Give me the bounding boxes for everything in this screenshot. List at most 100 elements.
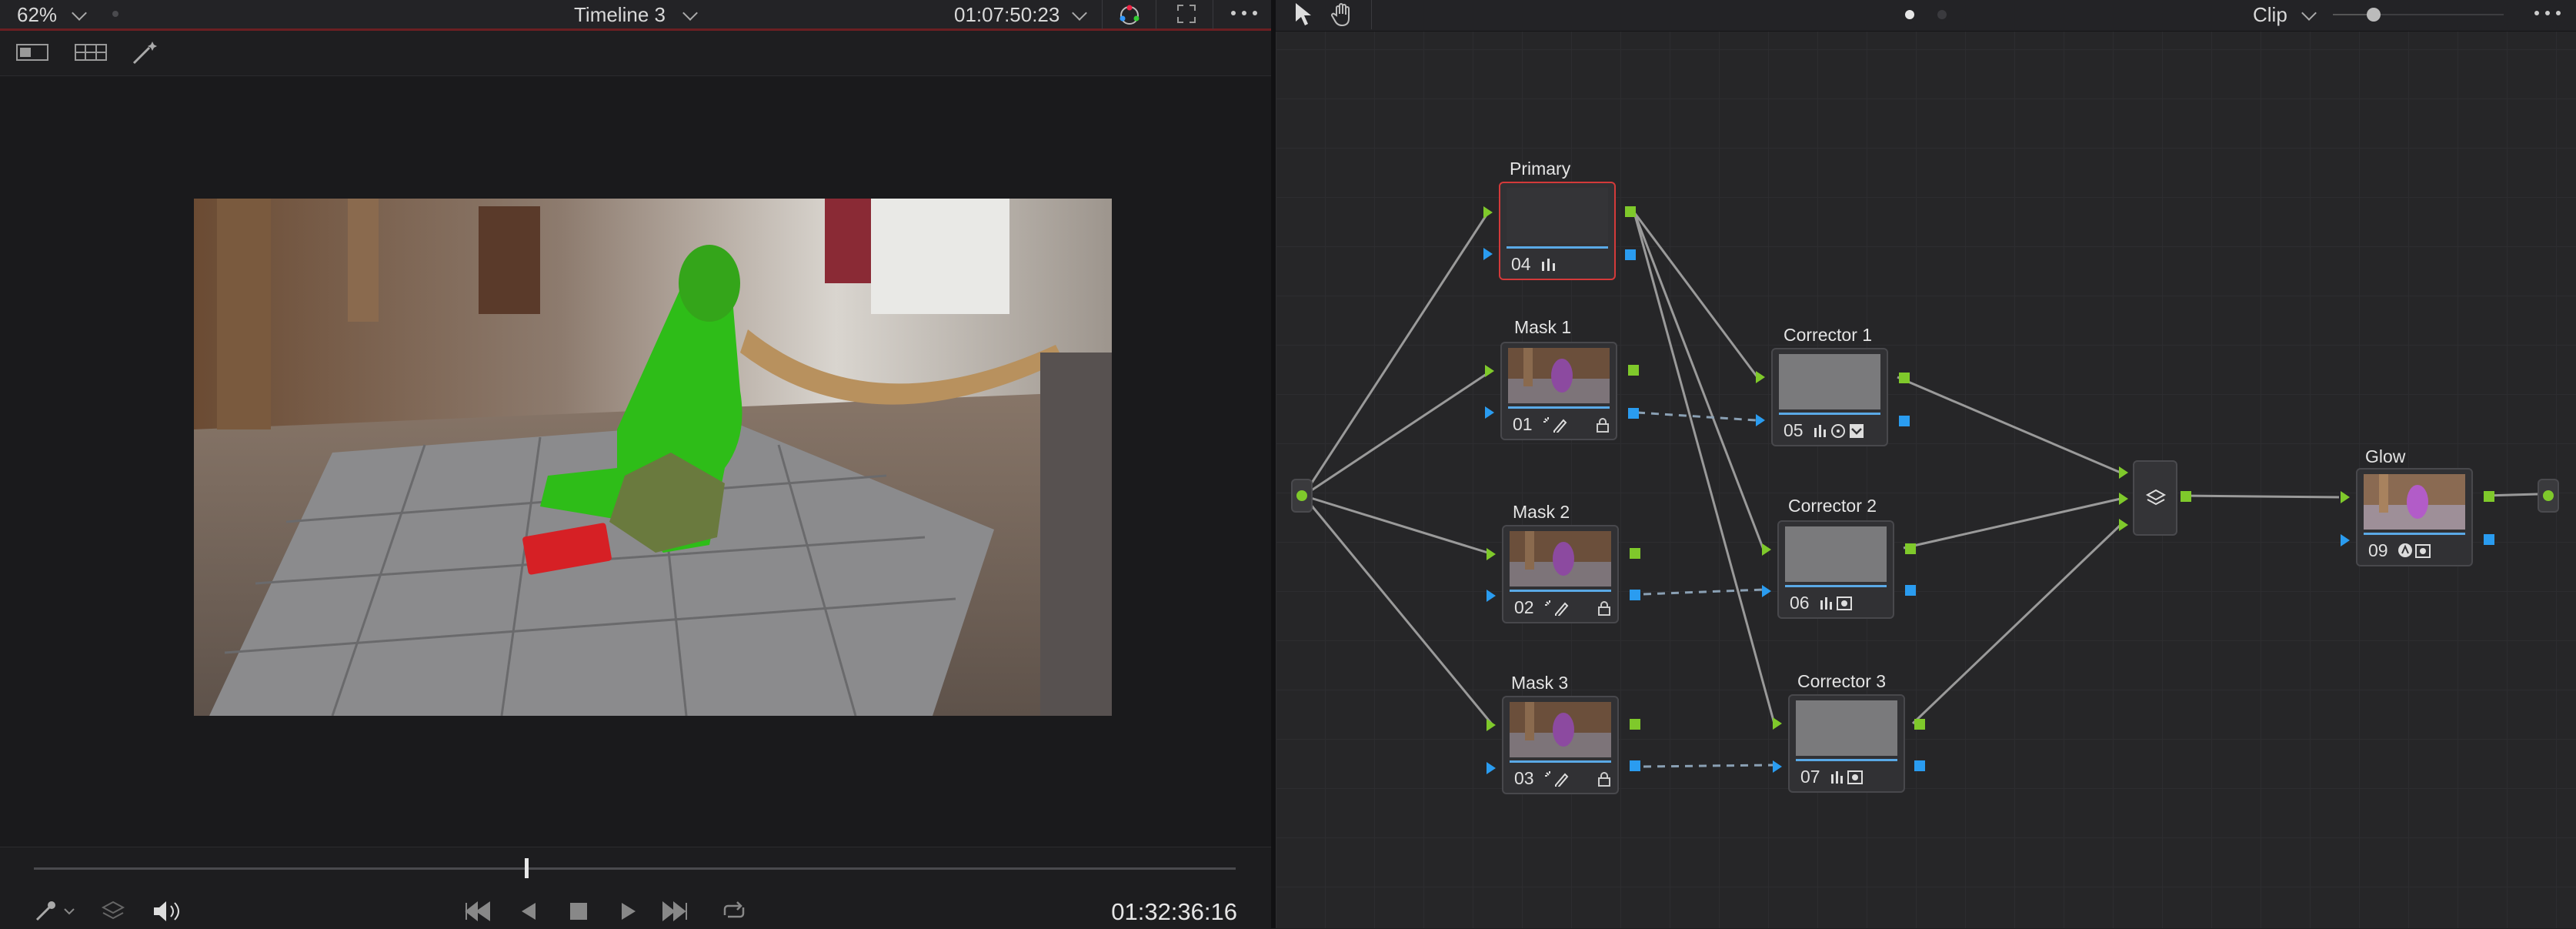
- eyedropper-icon[interactable]: [32, 898, 78, 924]
- node-corrector2[interactable]: 06: [1777, 520, 1894, 619]
- node-mask2[interactable]: 02: [1502, 525, 1619, 623]
- rgb-input-port[interactable]: [1487, 719, 1496, 731]
- output-dot-icon: [2543, 490, 2554, 501]
- alpha-output-port[interactable]: [1630, 590, 1640, 600]
- node-thumbnail: [1508, 348, 1610, 403]
- alpha-output-port[interactable]: [1914, 760, 1925, 771]
- rgb-output-port[interactable]: [1630, 719, 1640, 730]
- play-reverse-icon[interactable]: [516, 898, 543, 924]
- fullscreen-icon[interactable]: [1176, 3, 1197, 25]
- source-input-pin[interactable]: [1291, 479, 1313, 513]
- loop-icon[interactable]: [719, 898, 746, 924]
- node-primary[interactable]: 04: [1499, 182, 1616, 280]
- alpha-input-port[interactable]: [2341, 534, 2350, 546]
- mixer-input-port[interactable]: [2119, 466, 2128, 479]
- rgb-input-port[interactable]: [1762, 543, 1771, 556]
- alpha-output-port[interactable]: [1905, 585, 1916, 596]
- node-bar: [1779, 413, 1880, 415]
- node-editor[interactable]: Clip Primary 04 Mask 1 01 Mask 2 02 Mask…: [1276, 0, 2576, 928]
- node-mask1[interactable]: 01: [1500, 342, 1617, 440]
- node-thumbnail: [1510, 702, 1611, 757]
- corrector-tools-icon: [1831, 770, 1863, 784]
- playhead[interactable]: [525, 858, 529, 878]
- alpha-input-port[interactable]: [1773, 760, 1782, 773]
- timeline-name[interactable]: Timeline 3: [574, 2, 666, 28]
- node-label-corrector3: Corrector 3: [1797, 671, 1887, 691]
- timecode-chevron-down-icon[interactable]: [1072, 5, 1087, 21]
- stop-icon[interactable]: [565, 898, 592, 924]
- node-glow[interactable]: 09: [2356, 468, 2473, 566]
- rgb-input-port[interactable]: [1487, 548, 1496, 560]
- node-bar: [1785, 585, 1887, 587]
- scrubber-track[interactable]: [34, 867, 1236, 870]
- playhead-timecode: 01:32:36:16: [1111, 898, 1237, 925]
- node-label-corrector2: Corrector 2: [1788, 496, 1877, 516]
- rgb-input-port[interactable]: [2341, 491, 2350, 503]
- output-pin[interactable]: [2538, 479, 2559, 513]
- node-corrector3[interactable]: 07: [1788, 694, 1905, 793]
- transport-bar: 01:32:36:16: [0, 847, 1271, 929]
- node-thumbnail: [1779, 354, 1880, 409]
- zoom-level[interactable]: 62%: [17, 2, 57, 28]
- layers-icon[interactable]: [100, 898, 126, 924]
- alpha-output-port[interactable]: [1625, 249, 1636, 260]
- alpha-input-port[interactable]: [1487, 590, 1496, 602]
- mixer-output-port[interactable]: [2181, 491, 2191, 502]
- node-thumbnail: [1796, 700, 1897, 756]
- separator: [1102, 0, 1103, 29]
- node-number: 05: [1784, 420, 1804, 440]
- alpha-input-port[interactable]: [1487, 762, 1496, 774]
- alpha-output-port[interactable]: [1628, 408, 1639, 419]
- corrector-tools-icon: [1820, 596, 1852, 610]
- mixer-input-port[interactable]: [2119, 519, 2128, 531]
- alpha-output-port[interactable]: [1899, 416, 1910, 426]
- more-options-icon[interactable]: [1230, 9, 1260, 17]
- color-wheel-icon[interactable]: [1117, 3, 1142, 28]
- node-number: 01: [1513, 414, 1533, 434]
- alpha-input-port[interactable]: [1756, 414, 1765, 426]
- single-viewer-icon[interactable]: [15, 42, 49, 63]
- rgb-output-port[interactable]: [1625, 206, 1636, 217]
- skip-forward-icon[interactable]: [662, 898, 689, 924]
- lock-icon: [1598, 601, 1610, 616]
- alpha-output-port[interactable]: [1630, 760, 1640, 771]
- speaker-icon[interactable]: [151, 898, 182, 924]
- rgb-input-port[interactable]: [1773, 717, 1782, 730]
- rgb-output-port[interactable]: [1899, 373, 1910, 383]
- layer-mixer-node[interactable]: [2133, 460, 2177, 536]
- node-corrector1[interactable]: 05: [1771, 348, 1888, 446]
- magic-wand-icon[interactable]: [131, 38, 162, 66]
- node-bar: [1510, 760, 1611, 763]
- rgb-input-port[interactable]: [1485, 365, 1494, 377]
- source-timecode[interactable]: 01:07:50:23: [954, 2, 1059, 28]
- node-number: 04: [1511, 254, 1531, 274]
- rgb-input-port[interactable]: [1483, 206, 1493, 219]
- node-bar: [1508, 406, 1610, 409]
- viewer-toolbar: [0, 31, 1271, 76]
- qualifier-pen-icon: [1545, 771, 1569, 787]
- zoom-chevron-down-icon[interactable]: [72, 5, 87, 21]
- rgb-output-port[interactable]: [1905, 543, 1916, 554]
- gallery-grid-icon[interactable]: [74, 42, 108, 63]
- rgb-input-port[interactable]: [1756, 371, 1765, 383]
- node-number: 03: [1514, 768, 1534, 788]
- alpha-input-port[interactable]: [1762, 585, 1771, 597]
- rgb-output-port[interactable]: [1628, 365, 1639, 376]
- node-mask3[interactable]: 03: [1502, 696, 1619, 794]
- node-number: 06: [1790, 593, 1810, 613]
- mixer-input-port[interactable]: [2119, 493, 2128, 505]
- timeline-chevron-down-icon[interactable]: [682, 5, 698, 21]
- rgb-output-port[interactable]: [1630, 548, 1640, 559]
- alpha-output-port[interactable]: [2484, 534, 2494, 545]
- alpha-input-port[interactable]: [1483, 248, 1493, 260]
- play-icon[interactable]: [614, 898, 642, 924]
- node-bar: [1796, 759, 1897, 761]
- alpha-input-port[interactable]: [1485, 406, 1494, 419]
- qualifier-pen-icon: [1545, 600, 1569, 616]
- corrector-tools-icon: [1814, 424, 1864, 438]
- viewer-topbar: 62% Timeline 3 01:07:50:23: [0, 0, 1271, 31]
- rgb-output-port[interactable]: [2484, 491, 2494, 502]
- skip-back-icon[interactable]: [463, 898, 491, 924]
- rgb-output-port[interactable]: [1914, 719, 1925, 730]
- qualifier-pen-icon: [1543, 417, 1567, 433]
